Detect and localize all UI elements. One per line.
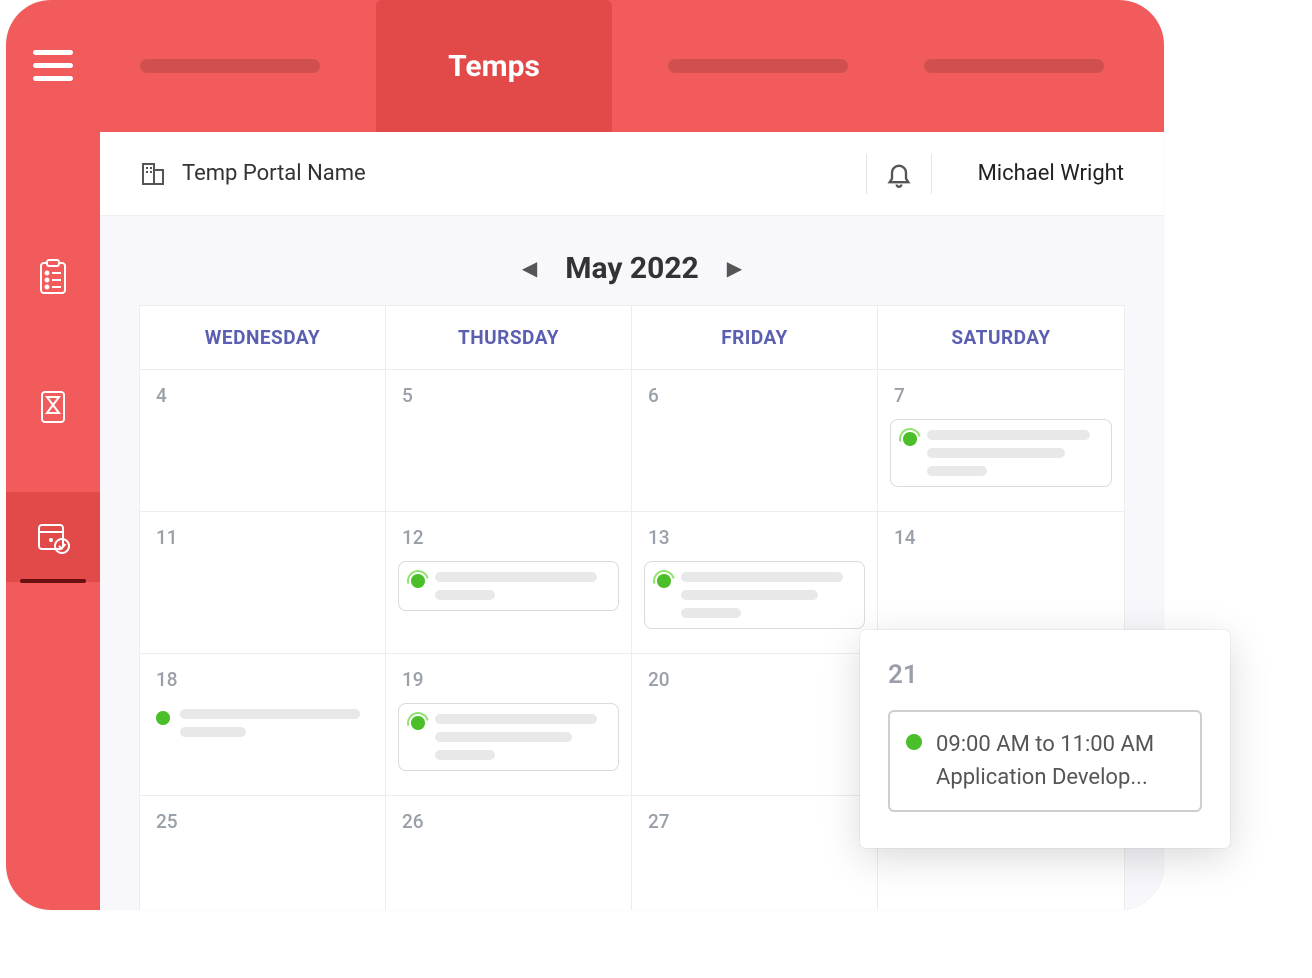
status-dot-icon bbox=[411, 574, 425, 588]
day-detail-popup[interactable]: 21 09:00 AM to 11:00 AM Application Deve… bbox=[860, 630, 1230, 848]
sidebar-item-tasks[interactable] bbox=[6, 232, 100, 322]
day-number: 20 bbox=[644, 668, 865, 691]
menu-icon bbox=[33, 50, 73, 82]
menu-button[interactable] bbox=[6, 0, 100, 132]
calendar-check-icon bbox=[35, 519, 71, 555]
tab-placeholder-icon bbox=[140, 59, 320, 73]
day-number: 25 bbox=[152, 810, 373, 833]
tab-temps-label: Temps bbox=[448, 49, 540, 84]
portal-label: Temp Portal Name bbox=[140, 161, 848, 187]
event-card[interactable] bbox=[398, 703, 619, 771]
day-number: 26 bbox=[398, 810, 619, 833]
event-card[interactable] bbox=[644, 561, 865, 629]
sidebar bbox=[6, 132, 100, 910]
popup-event-time: 09:00 AM to 11:00 AM bbox=[936, 728, 1154, 761]
day-cell[interactable]: 13 bbox=[632, 512, 878, 654]
top-tabs: Temps bbox=[100, 0, 1164, 132]
column-header: SATURDAY bbox=[878, 306, 1124, 370]
status-dot-icon bbox=[156, 711, 170, 725]
sidebar-item-calendar[interactable] bbox=[6, 492, 100, 582]
event-card[interactable] bbox=[152, 703, 373, 743]
popup-event-text: 09:00 AM to 11:00 AM Application Develop… bbox=[936, 728, 1154, 794]
day-cell[interactable]: 25 bbox=[140, 796, 386, 910]
day-cell[interactable]: 12 bbox=[386, 512, 632, 654]
divider bbox=[866, 154, 867, 194]
day-cell[interactable]: 27 bbox=[632, 796, 878, 910]
tab-placeholder-icon bbox=[924, 59, 1104, 73]
status-dot-icon bbox=[906, 734, 922, 750]
notifications-icon[interactable] bbox=[885, 160, 913, 188]
day-number: 13 bbox=[644, 526, 865, 549]
column-header: FRIDAY bbox=[632, 306, 878, 370]
day-cell[interactable]: 19 bbox=[386, 654, 632, 796]
column-header: THURSDAY bbox=[386, 306, 632, 370]
day-number: 6 bbox=[644, 384, 865, 407]
tab-temps[interactable]: Temps bbox=[376, 0, 612, 132]
top-bar: Temps bbox=[6, 0, 1164, 132]
event-placeholder bbox=[435, 714, 606, 760]
content-header: Temp Portal Name Michael Wright bbox=[100, 132, 1164, 216]
event-placeholder bbox=[180, 709, 369, 737]
column-header: WEDNESDAY bbox=[140, 306, 386, 370]
tab-placeholder-icon bbox=[668, 59, 848, 73]
tab-4[interactable] bbox=[904, 0, 1124, 132]
status-dot-icon bbox=[903, 432, 917, 446]
event-card[interactable] bbox=[890, 419, 1112, 487]
month-label: May 2022 bbox=[565, 251, 699, 286]
day-cell[interactable]: 5 bbox=[386, 370, 632, 512]
hourglass-icon bbox=[35, 389, 71, 425]
checklist-icon bbox=[35, 259, 71, 295]
prev-month-button[interactable]: ◀ bbox=[514, 250, 545, 286]
next-month-button[interactable]: ▶ bbox=[719, 250, 750, 286]
day-number: 14 bbox=[890, 526, 1112, 549]
day-cell[interactable]: 11 bbox=[140, 512, 386, 654]
tab-3[interactable] bbox=[648, 0, 868, 132]
day-cell[interactable]: 18 bbox=[140, 654, 386, 796]
day-cell[interactable]: 6 bbox=[632, 370, 878, 512]
event-placeholder bbox=[435, 572, 606, 600]
day-number: 18 bbox=[152, 668, 373, 691]
event-card[interactable] bbox=[398, 561, 619, 611]
day-cell[interactable]: 20 bbox=[632, 654, 878, 796]
day-number: 5 bbox=[398, 384, 619, 407]
user-name[interactable]: Michael Wright bbox=[950, 161, 1124, 186]
status-dot-icon bbox=[411, 716, 425, 730]
popup-event-card[interactable]: 09:00 AM to 11:00 AM Application Develop… bbox=[888, 710, 1202, 812]
divider bbox=[931, 154, 932, 194]
day-number: 11 bbox=[152, 526, 373, 549]
building-icon bbox=[140, 161, 166, 187]
day-number: 27 bbox=[644, 810, 865, 833]
day-cell[interactable]: 26 bbox=[386, 796, 632, 910]
popup-day-number: 21 bbox=[888, 660, 1202, 690]
day-number: 7 bbox=[890, 384, 1112, 407]
day-number: 12 bbox=[398, 526, 619, 549]
status-dot-icon bbox=[657, 574, 671, 588]
portal-name: Temp Portal Name bbox=[182, 161, 366, 186]
event-placeholder bbox=[927, 430, 1099, 476]
day-number: 19 bbox=[398, 668, 619, 691]
month-selector: ◀ May 2022 ▶ bbox=[140, 236, 1124, 306]
day-cell[interactable]: 4 bbox=[140, 370, 386, 512]
tab-1[interactable] bbox=[120, 0, 340, 132]
event-placeholder bbox=[681, 572, 852, 618]
popup-event-title: Application Develop... bbox=[936, 761, 1154, 794]
day-number: 4 bbox=[152, 384, 373, 407]
sidebar-item-hourglass[interactable] bbox=[6, 362, 100, 452]
day-cell[interactable]: 7 bbox=[878, 370, 1124, 512]
